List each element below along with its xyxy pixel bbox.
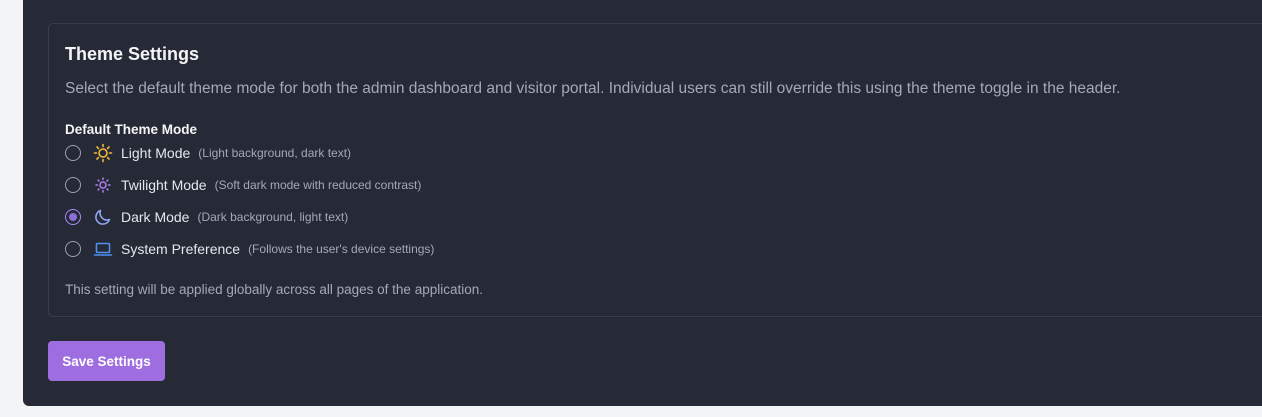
light-mode-label: Light Mode: [121, 145, 191, 161]
light-mode-radio[interactable]: [65, 145, 81, 161]
twilight-mode-hint: (Soft dark mode with reduced contrast): [214, 178, 422, 192]
theme-footnote: This setting will be applied globally ac…: [65, 282, 483, 297]
system-preference-hint: (Follows the user's device settings): [248, 242, 435, 256]
option-dark-mode[interactable]: Dark Mode (Dark background, light text): [65, 206, 348, 228]
panel-description: Select the default theme mode for both t…: [65, 80, 1121, 97]
system-preference-label: System Preference: [121, 241, 241, 257]
moon-icon: [93, 207, 113, 227]
option-system-preference[interactable]: System Preference (Follows the user's de…: [65, 238, 434, 260]
twilight-mode-radio[interactable]: [65, 177, 81, 193]
default-theme-mode-label: Default Theme Mode: [65, 122, 198, 137]
option-light-mode[interactable]: Light Mode (Light background, dark text): [65, 142, 351, 164]
panel-title: Theme Settings: [65, 44, 200, 64]
sun-icon: [93, 143, 113, 163]
laptop-icon: [93, 239, 113, 259]
system-preference-radio[interactable]: [65, 241, 81, 257]
dark-mode-label: Dark Mode: [121, 209, 190, 225]
twilight-mode-label: Twilight Mode: [121, 177, 207, 193]
sun-small-icon: [93, 175, 113, 195]
light-mode-hint: (Light background, dark text): [198, 146, 352, 160]
theme-settings-panel: Theme Settings Select the default theme …: [48, 23, 1262, 317]
dark-mode-hint: (Dark background, light text): [197, 210, 349, 224]
dark-mode-radio[interactable]: [65, 209, 81, 225]
save-settings-button[interactable]: Save Settings: [48, 341, 165, 381]
settings-card: Theme Settings Select the default theme …: [23, 0, 1262, 406]
option-twilight-mode[interactable]: Twilight Mode (Soft dark mode with reduc…: [65, 174, 421, 196]
